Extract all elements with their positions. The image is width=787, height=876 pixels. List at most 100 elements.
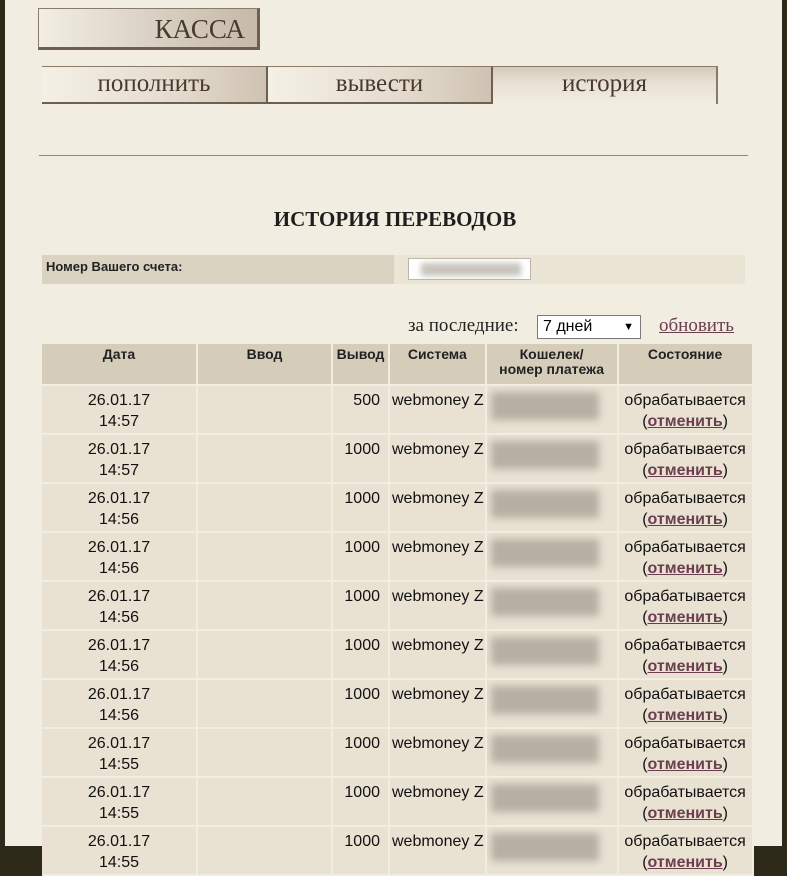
status-text: обрабатывается (624, 637, 746, 654)
cell-system: webmoney Z (389, 826, 487, 876)
status-text: обрабатывается (624, 539, 746, 556)
cell-date: 26.01.17 14:55 (42, 777, 198, 827)
cell-system: webmoney Z (389, 385, 487, 435)
redacted-wallet (490, 686, 599, 714)
time-text: 14:57 (98, 413, 140, 430)
date-text: 26.01.17 (87, 441, 151, 458)
cancel-link[interactable]: отменить (648, 707, 723, 724)
cancel-link[interactable]: отменить (648, 511, 723, 528)
cancel-link[interactable]: отменить (648, 805, 723, 822)
cell-out: 1000 (332, 532, 390, 582)
status-text: обрабатывается (624, 735, 746, 752)
redacted-wallet (490, 441, 599, 469)
time-text: 14:56 (98, 609, 140, 626)
cell-out: 1000 (332, 777, 390, 827)
time-text: 14:57 (98, 462, 140, 479)
cell-system: webmoney Z (389, 434, 487, 484)
time-text: 14:56 (98, 658, 140, 675)
tab-deposit[interactable]: пополнить (42, 66, 268, 104)
redacted-wallet (490, 490, 599, 518)
cell-system: webmoney Z (389, 581, 487, 631)
cell-system: webmoney Z (389, 728, 487, 778)
date-text: 26.01.17 (87, 539, 151, 556)
date-text: 26.01.17 (87, 833, 151, 850)
table-row: 26.01.17 14:56 1000 webmoney Z обрабатываетс… (42, 630, 754, 680)
cell-out: 1000 (332, 630, 390, 680)
table-row: 26.01.17 14:56 1000 webmoney Z обрабатываетс… (42, 532, 754, 582)
divider (39, 155, 748, 156)
table-row: 26.01.17 14:57 1000 webmoney Z обрабатываетс… (42, 434, 754, 484)
cancel-link[interactable]: отменить (648, 462, 723, 479)
cancel-link[interactable]: отменить (648, 560, 723, 577)
redacted-wallet (490, 833, 599, 861)
cell-wallet (485, 581, 619, 631)
refresh-link[interactable]: обновить (659, 315, 734, 337)
chevron-down-icon: ▼ (623, 321, 634, 333)
cell-in (197, 483, 333, 533)
redacted-wallet (490, 784, 599, 812)
column-header-in: Ввод (197, 344, 333, 386)
cell-status: обрабатывается (отменить) (617, 434, 754, 484)
cell-out: 1000 (332, 483, 390, 533)
cell-out: 1000 (332, 728, 390, 778)
column-header-status: Состояние (617, 344, 754, 386)
cell-out: 1000 (332, 826, 390, 876)
period-selected-value: 7 дней (543, 318, 593, 335)
cell-wallet (485, 679, 619, 729)
period-label: за последние: (408, 315, 519, 336)
time-text: 14:55 (98, 854, 140, 871)
cell-in (197, 826, 333, 876)
cancel-link[interactable]: отменить (648, 413, 723, 430)
table-row: 26.01.17 14:55 1000 webmoney Z обрабатываетс… (42, 777, 754, 827)
cell-status: обрабатывается (отменить) (617, 777, 754, 827)
cell-system: webmoney Z (389, 777, 487, 827)
table-row: 26.01.17 14:56 1000 webmoney Z обрабатываетс… (42, 679, 754, 729)
page: КАССА пополнить вывести история ИСТОРИЯ … (5, 0, 782, 876)
cell-date: 26.01.17 14:57 (42, 434, 198, 484)
date-text: 26.01.17 (87, 686, 151, 703)
time-text: 14:55 (98, 805, 140, 822)
cell-date: 26.01.17 14:56 (42, 581, 198, 631)
cell-date: 26.01.17 14:55 (42, 826, 198, 876)
table-row: 26.01.17 14:57 500 webmoney Z обрабатывается… (42, 385, 754, 435)
cancel-link[interactable]: отменить (648, 609, 723, 626)
time-text: 14:56 (98, 707, 140, 724)
table-row: 26.01.17 14:56 1000 webmoney Z обрабатываетс… (42, 483, 754, 533)
time-text: 14:56 (98, 560, 140, 577)
cell-out: 1000 (332, 679, 390, 729)
time-text: 14:55 (98, 756, 140, 773)
kassa-title: КАССА (38, 8, 260, 50)
table-row: 26.01.17 14:56 1000 webmoney Z обрабатываетс… (42, 581, 754, 631)
cell-wallet (485, 728, 619, 778)
cell-date: 26.01.17 14:56 (42, 679, 198, 729)
cell-in (197, 679, 333, 729)
cell-out: 1000 (332, 581, 390, 631)
redacted-wallet (490, 392, 599, 420)
cancel-link[interactable]: отменить (648, 854, 723, 871)
column-header-system: Система (389, 344, 487, 386)
cancel-link[interactable]: отменить (648, 756, 723, 773)
column-header-wallet: Кошелек/ номер платежа (485, 344, 619, 386)
cell-system: webmoney Z (389, 483, 487, 533)
history-table: Дата Ввод Вывод Система Кошелек/ номер п… (42, 344, 754, 876)
cell-wallet (485, 434, 619, 484)
tab-history[interactable]: история (493, 66, 718, 104)
date-text: 26.01.17 (87, 784, 151, 801)
cell-wallet (485, 826, 619, 876)
cell-system: webmoney Z (389, 630, 487, 680)
time-text: 14:56 (98, 511, 140, 528)
tab-withdraw[interactable]: вывести (268, 66, 493, 104)
column-header-date: Дата (42, 344, 198, 386)
cell-wallet (485, 483, 619, 533)
table-row: 26.01.17 14:55 1000 webmoney Z обрабатываетс… (42, 728, 754, 778)
cell-in (197, 728, 333, 778)
cell-in (197, 385, 333, 435)
cell-wallet (485, 385, 619, 435)
table-row: 26.01.17 14:55 1000 webmoney Z обрабатываетс… (42, 826, 754, 876)
cell-status: обрабатывается (отменить) (617, 826, 754, 876)
cell-in (197, 777, 333, 827)
cancel-link[interactable]: отменить (648, 658, 723, 675)
cell-status: обрабатывается (отменить) (617, 728, 754, 778)
cell-in (197, 532, 333, 582)
period-select[interactable]: 7 дней ▼ (537, 315, 641, 339)
